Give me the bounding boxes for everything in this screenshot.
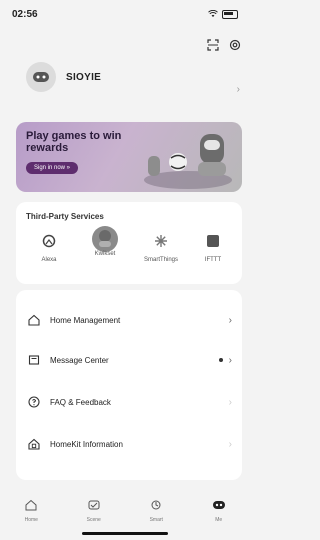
username: SIOYIE	[66, 71, 102, 83]
smartthings-icon	[152, 232, 170, 250]
status-icons	[208, 9, 238, 19]
settings-icon[interactable]	[228, 38, 242, 52]
menu-item-right: ›	[229, 424, 232, 464]
service-ifttt[interactable]: IFTTT	[188, 232, 238, 264]
home-nav-icon	[23, 497, 39, 513]
nav-me[interactable]: Me	[194, 497, 244, 523]
scan-icon[interactable]	[206, 38, 220, 52]
message-icon	[26, 352, 42, 368]
settings-menu-card: Home Management › Message Center › FAQ &…	[16, 290, 242, 480]
service-label: SmartThings	[143, 257, 178, 263]
menu-item-label: HomeKit Information	[50, 439, 123, 449]
menu-item-right: ›	[229, 300, 232, 340]
nav-home[interactable]: Home	[6, 497, 56, 523]
question-icon	[26, 394, 42, 410]
battery-icon	[222, 9, 238, 19]
wifi-icon	[208, 10, 218, 17]
chevron-right-icon: ›	[228, 354, 232, 366]
menu-item-right: ›	[229, 382, 232, 422]
kwikset-icon	[92, 226, 118, 252]
status-time: 02:56	[12, 8, 38, 20]
menu-item-label: Message Center	[50, 355, 109, 365]
phone-screen: 02:56 SIOYIE › Play games to win rewards…	[0, 0, 250, 540]
smart-icon	[148, 497, 164, 513]
service-kwikset[interactable]: Kwikset	[80, 226, 130, 258]
nav-label: Scene	[86, 517, 101, 523]
service-label: IFTTT	[204, 257, 222, 263]
banner-title: Play games to win rewards	[26, 130, 122, 154]
nav-smart[interactable]: Smart	[131, 497, 181, 523]
home-icon	[26, 312, 42, 328]
ifttt-icon	[204, 232, 222, 250]
chevron-right-icon: ›	[228, 314, 232, 326]
chevron-right-icon[interactable]: ›	[237, 84, 240, 95]
top-actions	[206, 38, 242, 52]
nav-label: Me	[215, 517, 223, 523]
menu-item-label: Home Management	[50, 315, 121, 325]
me-icon	[211, 497, 227, 513]
nav-scene[interactable]: Scene	[69, 497, 119, 523]
third-party-services-card: Third-Party Services Alexa Kwikset Smart…	[16, 202, 242, 284]
service-alexa[interactable]: Alexa	[24, 232, 74, 264]
nav-label: Smart	[149, 517, 163, 523]
menu-item-message-center[interactable]: Message Center ›	[26, 340, 232, 380]
service-label: Alexa	[41, 257, 57, 263]
third-party-services-title: Third-Party Services	[26, 212, 104, 221]
alexa-icon	[40, 232, 58, 250]
promo-banner[interactable]: Play games to win rewards Sign in now »	[16, 122, 242, 192]
profile-section[interactable]: SIOYIE	[26, 62, 101, 92]
menu-item-home-management[interactable]: Home Management ›	[26, 300, 232, 340]
chevron-right-icon: ›	[228, 396, 232, 408]
robot-avatar-icon	[33, 72, 49, 82]
home-indicator	[82, 532, 168, 535]
homekit-icon	[26, 436, 42, 452]
game-illustration-icon	[144, 134, 232, 189]
menu-item-homekit-information[interactable]: HomeKit Information ›	[26, 424, 232, 464]
status-bar: 02:56	[0, 0, 250, 28]
menu-item-faq-feedback[interactable]: FAQ & Feedback ›	[26, 382, 232, 422]
menu-item-right: ›	[218, 340, 232, 380]
menu-item-label: FAQ & Feedback	[50, 397, 111, 407]
avatar[interactable]	[26, 62, 56, 92]
nav-label: Home	[24, 517, 38, 523]
scene-icon	[86, 497, 102, 513]
chevron-right-icon: ›	[228, 438, 232, 450]
banner-sign-in-button[interactable]: Sign in now »	[26, 162, 79, 174]
service-smartthings[interactable]: SmartThings	[136, 232, 186, 264]
unread-dot	[218, 358, 223, 362]
bottom-navigation: Home Scene Smart Me	[0, 490, 250, 530]
service-label: Kwikset	[94, 251, 116, 257]
